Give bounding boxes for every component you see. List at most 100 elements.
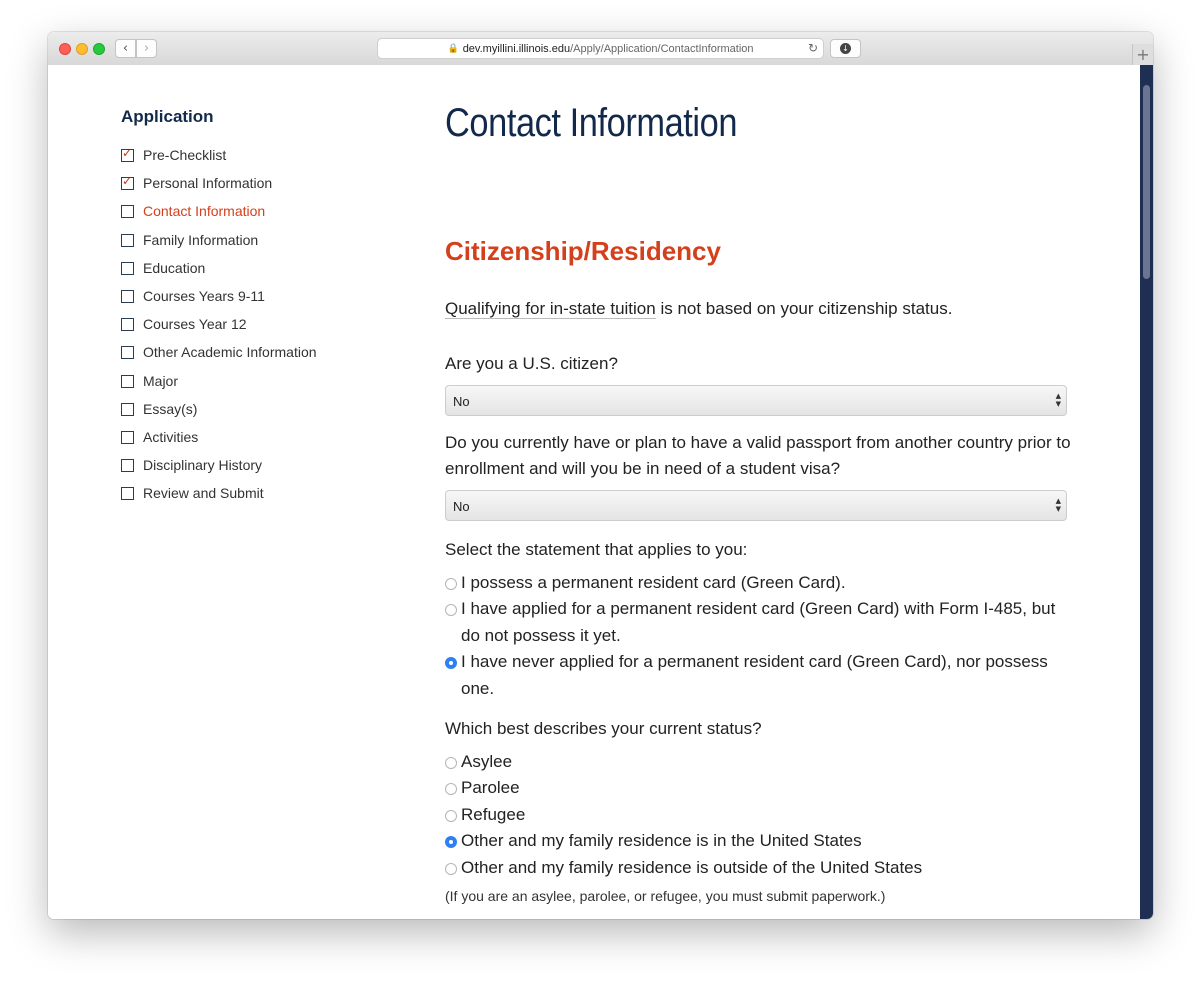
status-option[interactable]: Refugee bbox=[445, 802, 1067, 828]
passport-select-value: No bbox=[453, 499, 470, 514]
scrollbar[interactable] bbox=[1140, 65, 1153, 919]
sidebar-title: Application bbox=[121, 107, 214, 126]
passport-select[interactable]: No ▲ ▼ bbox=[445, 490, 1067, 521]
downloads-button[interactable]: ↓ bbox=[830, 39, 861, 58]
status-option-label: Refugee bbox=[461, 804, 526, 824]
sidebar-step[interactable]: Activities bbox=[121, 429, 317, 457]
status-option[interactable]: Parolee bbox=[445, 775, 1067, 801]
citizen-select[interactable]: No ▲ ▼ bbox=[445, 385, 1067, 416]
status-radio-group: Asylee Parolee Refugee Other and my family … bbox=[445, 749, 1067, 881]
status-option-label: Other and my family residence is in the … bbox=[461, 831, 862, 851]
sidebar-step[interactable]: ✓ Personal Information bbox=[121, 174, 317, 203]
lock-icon: 🔒 bbox=[447, 43, 459, 54]
sidebar-step-label: Family Information bbox=[143, 231, 259, 248]
step-list: ✓ Pre-Checklist ✓ Personal Information Conta… bbox=[121, 146, 317, 513]
checkmark-icon: ✓ bbox=[122, 174, 133, 189]
in-state-tuition-link[interactable]: Qualifying for in-state tuition bbox=[445, 299, 656, 319]
citizen-question: Are you a U.S. citizen? bbox=[445, 354, 618, 373]
checkbox-empty-icon bbox=[121, 233, 134, 247]
new-tab-button[interactable]: + bbox=[1132, 44, 1153, 65]
status-option[interactable]: Other and my family residence is in the … bbox=[445, 828, 1067, 854]
checkbox-empty-icon bbox=[121, 205, 134, 219]
radio-selected-icon[interactable] bbox=[445, 836, 457, 849]
sidebar-step[interactable]: Courses Years 9-11 bbox=[121, 288, 317, 316]
reload-icon[interactable]: ↻ bbox=[808, 41, 818, 55]
statement-option-label: I have never applied for a permanent res… bbox=[461, 652, 1048, 698]
sidebar-step-label: Activities bbox=[143, 428, 199, 445]
minimize-window-button[interactable] bbox=[76, 43, 88, 55]
radio-unselected-icon[interactable] bbox=[445, 809, 457, 822]
statement-option[interactable]: I have applied for a permanent resident … bbox=[445, 596, 1067, 649]
checkbox-empty-icon bbox=[121, 487, 134, 501]
sidebar-step[interactable]: ✓ Pre-Checklist bbox=[121, 146, 317, 175]
sidebar-step[interactable]: Review and Submit bbox=[121, 485, 317, 513]
radio-unselected-icon[interactable] bbox=[445, 604, 457, 617]
checkbox-empty-icon bbox=[121, 289, 134, 303]
sidebar-step-label: Education bbox=[143, 259, 206, 276]
sidebar-step-label: Major bbox=[143, 372, 179, 389]
statement-option[interactable]: I possess a permanent resident card (Gre… bbox=[445, 570, 1067, 596]
radio-unselected-icon[interactable] bbox=[445, 757, 457, 769]
status-option[interactable]: Asylee bbox=[445, 749, 1067, 775]
sidebar-step-label: Courses Years 9-11 bbox=[143, 287, 265, 304]
chevron-right-icon: › bbox=[143, 41, 150, 56]
url-host: dev.myillini.illinois.edu bbox=[462, 42, 571, 55]
checkbox-empty-icon bbox=[121, 459, 134, 473]
status-question: Which best describes your current status… bbox=[445, 719, 762, 738]
radio-selected-icon[interactable] bbox=[445, 657, 457, 670]
checkbox-empty-icon bbox=[121, 261, 134, 275]
statement-question: Select the statement that applies to you… bbox=[445, 540, 748, 559]
statement-option-label: I have applied for a permanent resident … bbox=[461, 599, 1056, 645]
sidebar-step[interactable]: Contact Information bbox=[121, 203, 317, 231]
checkbox-checked-icon: ✓ bbox=[121, 146, 134, 162]
sidebar-step-label: Disciplinary History bbox=[143, 457, 263, 474]
forward-button[interactable]: › bbox=[136, 39, 157, 58]
sidebar-step[interactable]: Other Academic Information bbox=[121, 344, 317, 372]
scrollbar-thumb[interactable] bbox=[1143, 85, 1150, 279]
sidebar-step-label: Other Academic Information bbox=[143, 344, 317, 361]
checkmark-icon: ✓ bbox=[122, 146, 133, 160]
sidebar-step[interactable]: Family Information bbox=[121, 232, 317, 260]
passport-question: Do you currently have or plan to have a … bbox=[445, 433, 1071, 478]
sidebar-step[interactable]: Disciplinary History bbox=[121, 457, 317, 485]
checkbox-empty-icon bbox=[121, 430, 134, 444]
radio-unselected-icon[interactable] bbox=[445, 783, 457, 796]
status-option[interactable]: Other and my family residence is outside… bbox=[445, 855, 1067, 881]
sidebar-step-label: Essay(s) bbox=[143, 400, 198, 417]
checkbox-empty-icon bbox=[121, 374, 134, 388]
radio-unselected-icon[interactable] bbox=[445, 862, 457, 875]
checkbox-empty-icon bbox=[121, 318, 134, 332]
sidebar-step[interactable]: Courses Year 12 bbox=[121, 316, 317, 344]
status-option-label: Asylee bbox=[461, 752, 513, 771]
sidebar-step-label: Pre-Checklist bbox=[143, 147, 227, 163]
select-arrows-icon: ▲ ▼ bbox=[1055, 392, 1061, 408]
sidebar-step-label: Personal Information bbox=[143, 175, 273, 192]
citizen-select-value: No bbox=[453, 394, 470, 409]
sidebar-step-label: Review and Submit bbox=[143, 485, 264, 502]
download-icon: ↓ bbox=[840, 43, 851, 54]
url-path: /Apply/Application/ContactInformation bbox=[570, 42, 754, 55]
statement-option[interactable]: I have never applied for a permanent res… bbox=[445, 649, 1067, 702]
sidebar-step[interactable]: Essay(s) bbox=[121, 401, 317, 429]
statement-radio-group: I possess a permanent resident card (Gre… bbox=[445, 570, 1067, 702]
sidebar-step[interactable]: Major bbox=[121, 373, 317, 401]
sidebar-step[interactable]: Education bbox=[121, 260, 317, 288]
status-option-label: Parolee bbox=[461, 778, 520, 798]
intro-text: Qualifying for in-state tuition is not b… bbox=[445, 299, 952, 319]
sidebar-step-label: Contact Information bbox=[143, 203, 266, 220]
back-button[interactable]: ‹ bbox=[115, 39, 136, 58]
close-window-button[interactable] bbox=[59, 43, 71, 55]
address-bar[interactable]: 🔒 dev.myillini.illinois.edu/Apply/Applic… bbox=[377, 38, 824, 59]
status-option-label: Other and my family residence is outside… bbox=[461, 857, 923, 877]
browser-toolbar: ‹ › 🔒 dev.myillini.illinois.edu/Apply/Ap… bbox=[48, 32, 1153, 66]
section-title: Citizenship/Residency bbox=[445, 236, 721, 266]
radio-unselected-icon[interactable] bbox=[445, 578, 457, 590]
statement-option-label: I possess a permanent resident card (Gre… bbox=[461, 573, 846, 592]
paperwork-note: (If you are an asylee, parolee, or refug… bbox=[445, 888, 886, 904]
intro-rest: is not based on your citizenship status. bbox=[655, 299, 953, 318]
chevron-left-icon: ‹ bbox=[122, 41, 129, 56]
sidebar-step-label: Courses Year 12 bbox=[143, 316, 247, 333]
checkbox-empty-icon bbox=[121, 402, 134, 416]
zoom-window-button[interactable] bbox=[93, 43, 105, 55]
page-title: Contact Information bbox=[445, 101, 738, 145]
